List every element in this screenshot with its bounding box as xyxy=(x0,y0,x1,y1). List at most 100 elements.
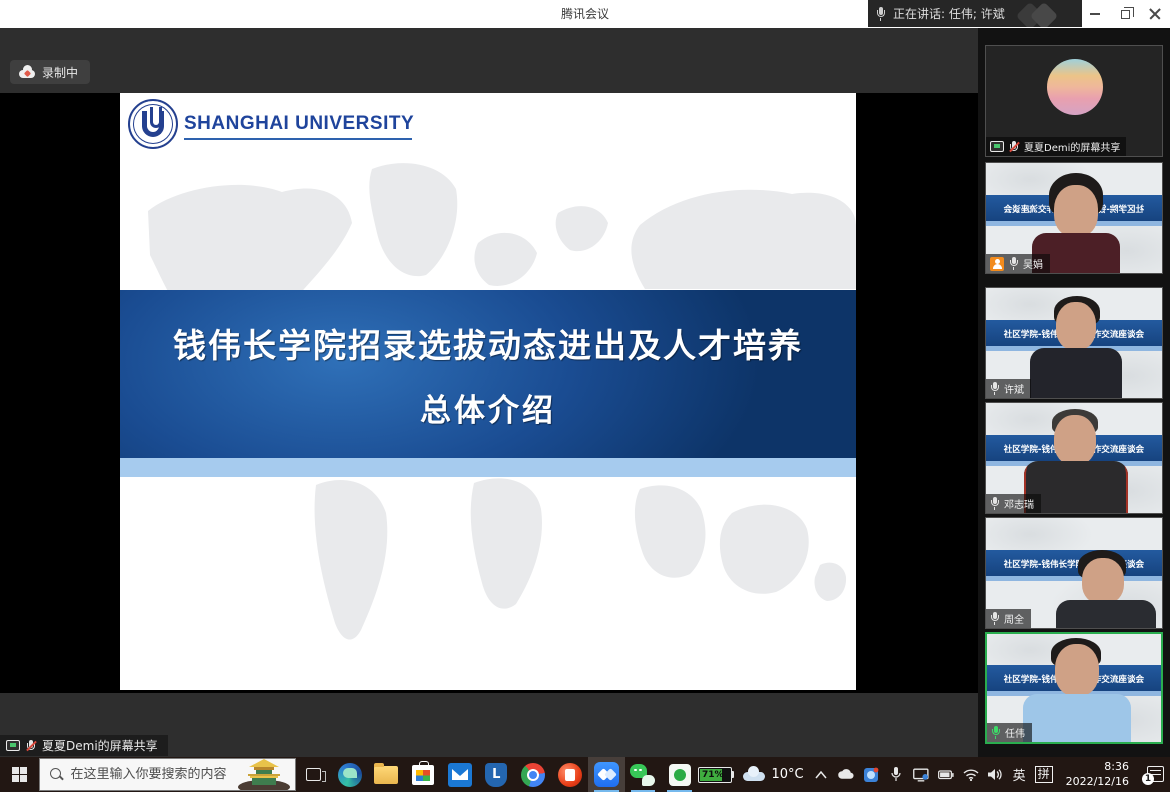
slide-title-line1: 钱伟长学院招录选拔动态进出及人才培养 xyxy=(173,319,803,367)
chrome-icon xyxy=(521,763,545,787)
tencent-meeting-logo-icon xyxy=(1016,2,1064,27)
restore-icon xyxy=(1121,10,1130,19)
slide-title-line2: 总体介绍 xyxy=(420,385,556,430)
weather-cloud-icon xyxy=(743,768,765,781)
display-cast-icon[interactable] xyxy=(913,764,929,786)
slide-accent-strip xyxy=(120,458,856,477)
slide-title-banner: 钱伟长学院招录选拔动态进出及人才培养 总体介绍 xyxy=(120,290,856,458)
taskbar-clock[interactable]: 8:36 2022/12/16 xyxy=(1062,760,1133,790)
mail-icon xyxy=(448,763,472,787)
tile-nameplate: 夏夏Demi的屏幕共享 xyxy=(986,137,1126,156)
microphone-icon xyxy=(876,7,885,21)
wifi-icon[interactable] xyxy=(963,764,979,786)
windows-logo-icon xyxy=(12,767,27,782)
microphone-icon xyxy=(990,612,999,625)
office-icon xyxy=(558,763,582,787)
screen-share-toast: 夏夏Demi的屏幕共享 xyxy=(0,735,168,756)
restore-button[interactable] xyxy=(1110,0,1140,28)
tray-expand-chevron-icon[interactable] xyxy=(813,764,829,786)
tile-nameplate: 周全 xyxy=(986,609,1031,628)
participant-tile-active-speaker[interactable]: 社区学院-钱伟长学院合作交流座谈会 任伟 xyxy=(985,632,1163,744)
onedrive-cloud-icon[interactable] xyxy=(838,764,854,786)
logo-underline xyxy=(184,138,412,140)
close-icon xyxy=(1149,8,1161,20)
microphone-icon xyxy=(990,497,999,510)
taskbar-app-wechat[interactable] xyxy=(625,757,662,792)
screen-share-viewport: SHANGHAI UNIVERSITY 钱伟长学院招录选拔动态进出及人才培养 总… xyxy=(0,93,978,693)
participant-tile[interactable]: 社区学院-钱伟长学院合作交流座谈会 邓志瑞 xyxy=(985,402,1163,514)
taskbar-app-edge[interactable] xyxy=(331,757,368,792)
microphone-active-icon xyxy=(991,726,1000,739)
task-view-icon xyxy=(306,768,321,781)
participant-name: 邓志瑞 xyxy=(1004,496,1034,511)
participant-name: 夏夏Demi的屏幕共享 xyxy=(1024,139,1120,154)
cloud-recording-icon xyxy=(19,67,35,78)
clock-time: 8:36 xyxy=(1066,760,1129,775)
host-icon xyxy=(990,257,1004,271)
taskbar-app-office[interactable] xyxy=(551,757,588,792)
participants-sidebar: 夏夏Demi的屏幕共享 社区学院-钱伟长学院合作交流座谈会 吴娟 xyxy=(978,28,1170,757)
tencent-meeting-icon xyxy=(594,762,619,787)
screen-share-icon xyxy=(6,740,20,751)
close-button[interactable] xyxy=(1140,0,1170,28)
ime-mode-indicator[interactable]: 拼 xyxy=(1035,766,1053,783)
screen-share-icon xyxy=(990,141,1004,152)
recording-badge[interactable]: 录制中 xyxy=(10,60,90,84)
battery-manager-icon[interactable]: 71% xyxy=(698,767,735,783)
start-button[interactable] xyxy=(0,757,39,792)
participant-tile[interactable]: 社区学院-钱伟长学院合作交流座谈会 许斌 xyxy=(985,287,1163,399)
tray-battery-icon[interactable] xyxy=(938,764,954,786)
task-view-button[interactable] xyxy=(296,757,331,792)
microphone-icon xyxy=(1009,257,1018,270)
meeting-main-area: 录制中 xyxy=(0,28,1170,757)
taskbar-app-lenovo[interactable]: L xyxy=(478,757,515,792)
avatar xyxy=(1047,59,1103,115)
minimize-button[interactable] xyxy=(1080,0,1110,28)
university-logo: SHANGHAI UNIVERSITY xyxy=(128,99,414,149)
notification-count-badge: 1 xyxy=(1142,773,1154,785)
participant-tile[interactable]: 社区学院-钱伟长学院合作交流座谈会 吴娟 xyxy=(985,162,1163,274)
temperature-label: 10°C xyxy=(771,767,803,782)
taskbar-app-store[interactable] xyxy=(405,757,442,792)
messaging-app-icon[interactable] xyxy=(863,764,879,786)
microphone-icon xyxy=(990,382,999,395)
search-icon xyxy=(50,768,63,781)
taskbar-app-file-explorer[interactable] xyxy=(368,757,405,792)
tile-nameplate: 邓志瑞 xyxy=(986,494,1041,513)
window-controls xyxy=(1080,0,1170,28)
weather-widget[interactable]: 10°C xyxy=(743,767,803,782)
battery-percent: 71% xyxy=(699,770,724,780)
tile-nameplate: 许斌 xyxy=(986,379,1031,398)
shanghai-university-emblem-icon xyxy=(128,99,178,149)
university-name: SHANGHAI UNIVERSITY xyxy=(184,113,414,135)
taskbar-app-chrome[interactable] xyxy=(515,757,552,792)
taskbar-app-mail[interactable] xyxy=(441,757,478,792)
window-titlebar: 腾讯会议 正在讲话: 任伟; 许斌 xyxy=(0,0,1170,28)
tray-microphone-icon[interactable] xyxy=(888,764,904,786)
speaking-indicator: 正在讲话: 任伟; 许斌 xyxy=(868,0,1082,27)
muted-microphone-icon xyxy=(26,739,36,753)
taskbar-app-green[interactable] xyxy=(661,757,698,792)
taskbar-app-tencent-meeting[interactable] xyxy=(588,757,625,792)
green-app-icon xyxy=(669,764,691,786)
system-tray: 71% 10°C xyxy=(698,757,1170,792)
notification-center-button[interactable]: 1 xyxy=(1142,765,1164,785)
participant-name: 吴娟 xyxy=(1023,256,1043,271)
shield-l-icon: L xyxy=(485,763,507,787)
windows-taskbar: L 71% 10°C xyxy=(0,757,1170,792)
file-explorer-icon xyxy=(374,766,398,784)
wechat-icon xyxy=(630,764,655,786)
tile-nameplate: 吴娟 xyxy=(986,254,1050,273)
participant-tile[interactable]: 社区学院-钱伟长学院合作交流座谈会 周全 xyxy=(985,517,1163,629)
ime-language-indicator[interactable]: 英 xyxy=(1013,765,1026,784)
volume-icon[interactable] xyxy=(988,764,1004,786)
taskbar-search[interactable] xyxy=(39,758,297,791)
search-highlight-temple-icon xyxy=(235,757,293,790)
clock-date: 2022/12/16 xyxy=(1066,775,1129,790)
presentation-slide: SHANGHAI UNIVERSITY 钱伟长学院招录选拔动态进出及人才培养 总… xyxy=(120,93,856,690)
participant-name: 周全 xyxy=(1004,611,1024,626)
share-toast-label: 夏夏Demi的屏幕共享 xyxy=(42,737,158,754)
participant-name: 许斌 xyxy=(1004,381,1024,396)
participant-tile-screen-share[interactable]: 夏夏Demi的屏幕共享 xyxy=(985,45,1163,157)
search-input[interactable] xyxy=(71,767,251,782)
